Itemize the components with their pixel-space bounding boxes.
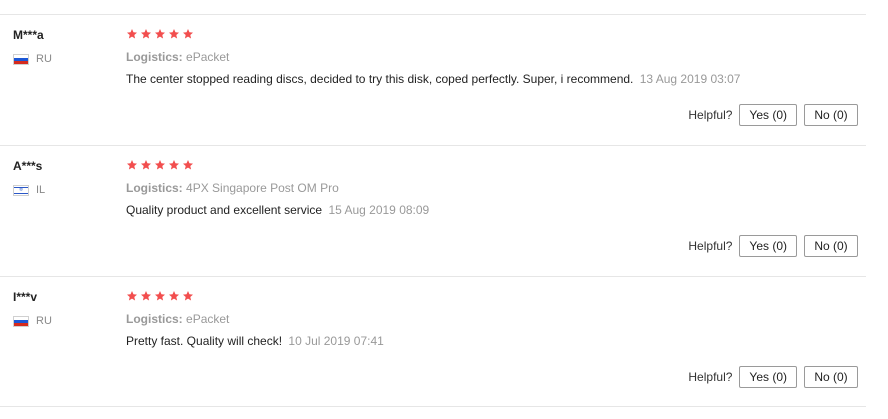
reviewer-country: RU xyxy=(13,52,52,66)
logistics-value: 4PX Singapore Post OM Pro xyxy=(186,181,339,195)
logistics-value: ePacket xyxy=(186,312,230,326)
star-icon xyxy=(155,29,165,39)
helpful-no-button[interactable]: No (0) xyxy=(804,104,858,126)
country-code: IL xyxy=(36,184,46,196)
helpful-no-button[interactable]: No (0) xyxy=(804,235,858,257)
reviewer-name: I***v xyxy=(13,290,38,304)
star-icon xyxy=(141,291,151,301)
helpful-label: Helpful? xyxy=(688,108,733,122)
logistics-label: Logistics: xyxy=(126,50,183,64)
helpful-label: Helpful? xyxy=(688,239,733,253)
rating-stars xyxy=(126,159,194,171)
separator xyxy=(0,406,866,407)
review-text: The center stopped reading discs, decide… xyxy=(126,72,634,86)
star-icon xyxy=(169,29,179,39)
reviewer-name: M***a xyxy=(13,28,44,42)
review-text: Quality product and excellent service xyxy=(126,203,323,217)
helpful-yes-button[interactable]: Yes (0) xyxy=(739,366,797,388)
star-icon xyxy=(127,160,137,170)
review-date: 13 Aug 2019 03:07 xyxy=(639,72,741,86)
logistics-value: ePacket xyxy=(186,50,230,64)
reviewer-name: A***s xyxy=(13,159,43,173)
helpful-votes: Helpful? Yes (0) No (0) xyxy=(688,104,858,126)
star-icon xyxy=(169,160,179,170)
review-content: Quality product and excellent service 15… xyxy=(126,203,429,217)
country-code: RU xyxy=(36,315,52,327)
star-icon xyxy=(155,160,165,170)
russia-flag-icon xyxy=(13,53,29,65)
rating-stars xyxy=(126,290,194,302)
star-icon xyxy=(141,29,151,39)
star-icon xyxy=(183,291,193,301)
star-icon xyxy=(141,160,151,170)
star-icon xyxy=(155,291,165,301)
star-icon xyxy=(127,29,137,39)
helpful-yes-button[interactable]: Yes (0) xyxy=(739,235,797,257)
star-icon xyxy=(183,29,193,39)
review-item: I***v RU Logistics: ePacket Pretty fast.… xyxy=(0,277,888,408)
star-icon xyxy=(127,291,137,301)
helpful-no-button[interactable]: No (0) xyxy=(804,366,858,388)
helpful-label: Helpful? xyxy=(688,370,733,384)
review-item: M***a RU Logistics: ePacket The center s… xyxy=(0,15,888,146)
star-icon xyxy=(183,160,193,170)
logistics-info: Logistics: ePacket xyxy=(126,50,229,64)
review-item: A***s ✡ IL Logistics: 4PX Singapore Post… xyxy=(0,146,888,277)
reviewer-country: RU xyxy=(13,314,52,328)
review-content: Pretty fast. Quality will check! 10 Jul … xyxy=(126,334,384,348)
reviewer-country: ✡ IL xyxy=(13,183,45,197)
review-date: 10 Jul 2019 07:41 xyxy=(288,334,384,348)
review-text: Pretty fast. Quality will check! xyxy=(126,334,283,348)
rating-stars xyxy=(126,28,194,40)
country-code: RU xyxy=(36,53,52,65)
russia-flag-icon xyxy=(13,315,29,327)
logistics-label: Logistics: xyxy=(126,312,183,326)
review-date: 15 Aug 2019 08:09 xyxy=(328,203,430,217)
star-icon xyxy=(169,291,179,301)
helpful-votes: Helpful? Yes (0) No (0) xyxy=(688,366,858,388)
israel-flag-icon: ✡ xyxy=(13,184,29,196)
helpful-yes-button[interactable]: Yes (0) xyxy=(739,104,797,126)
logistics-info: Logistics: 4PX Singapore Post OM Pro xyxy=(126,181,339,195)
review-content: The center stopped reading discs, decide… xyxy=(126,72,740,86)
logistics-label: Logistics: xyxy=(126,181,183,195)
helpful-votes: Helpful? Yes (0) No (0) xyxy=(688,235,858,257)
logistics-info: Logistics: ePacket xyxy=(126,312,229,326)
